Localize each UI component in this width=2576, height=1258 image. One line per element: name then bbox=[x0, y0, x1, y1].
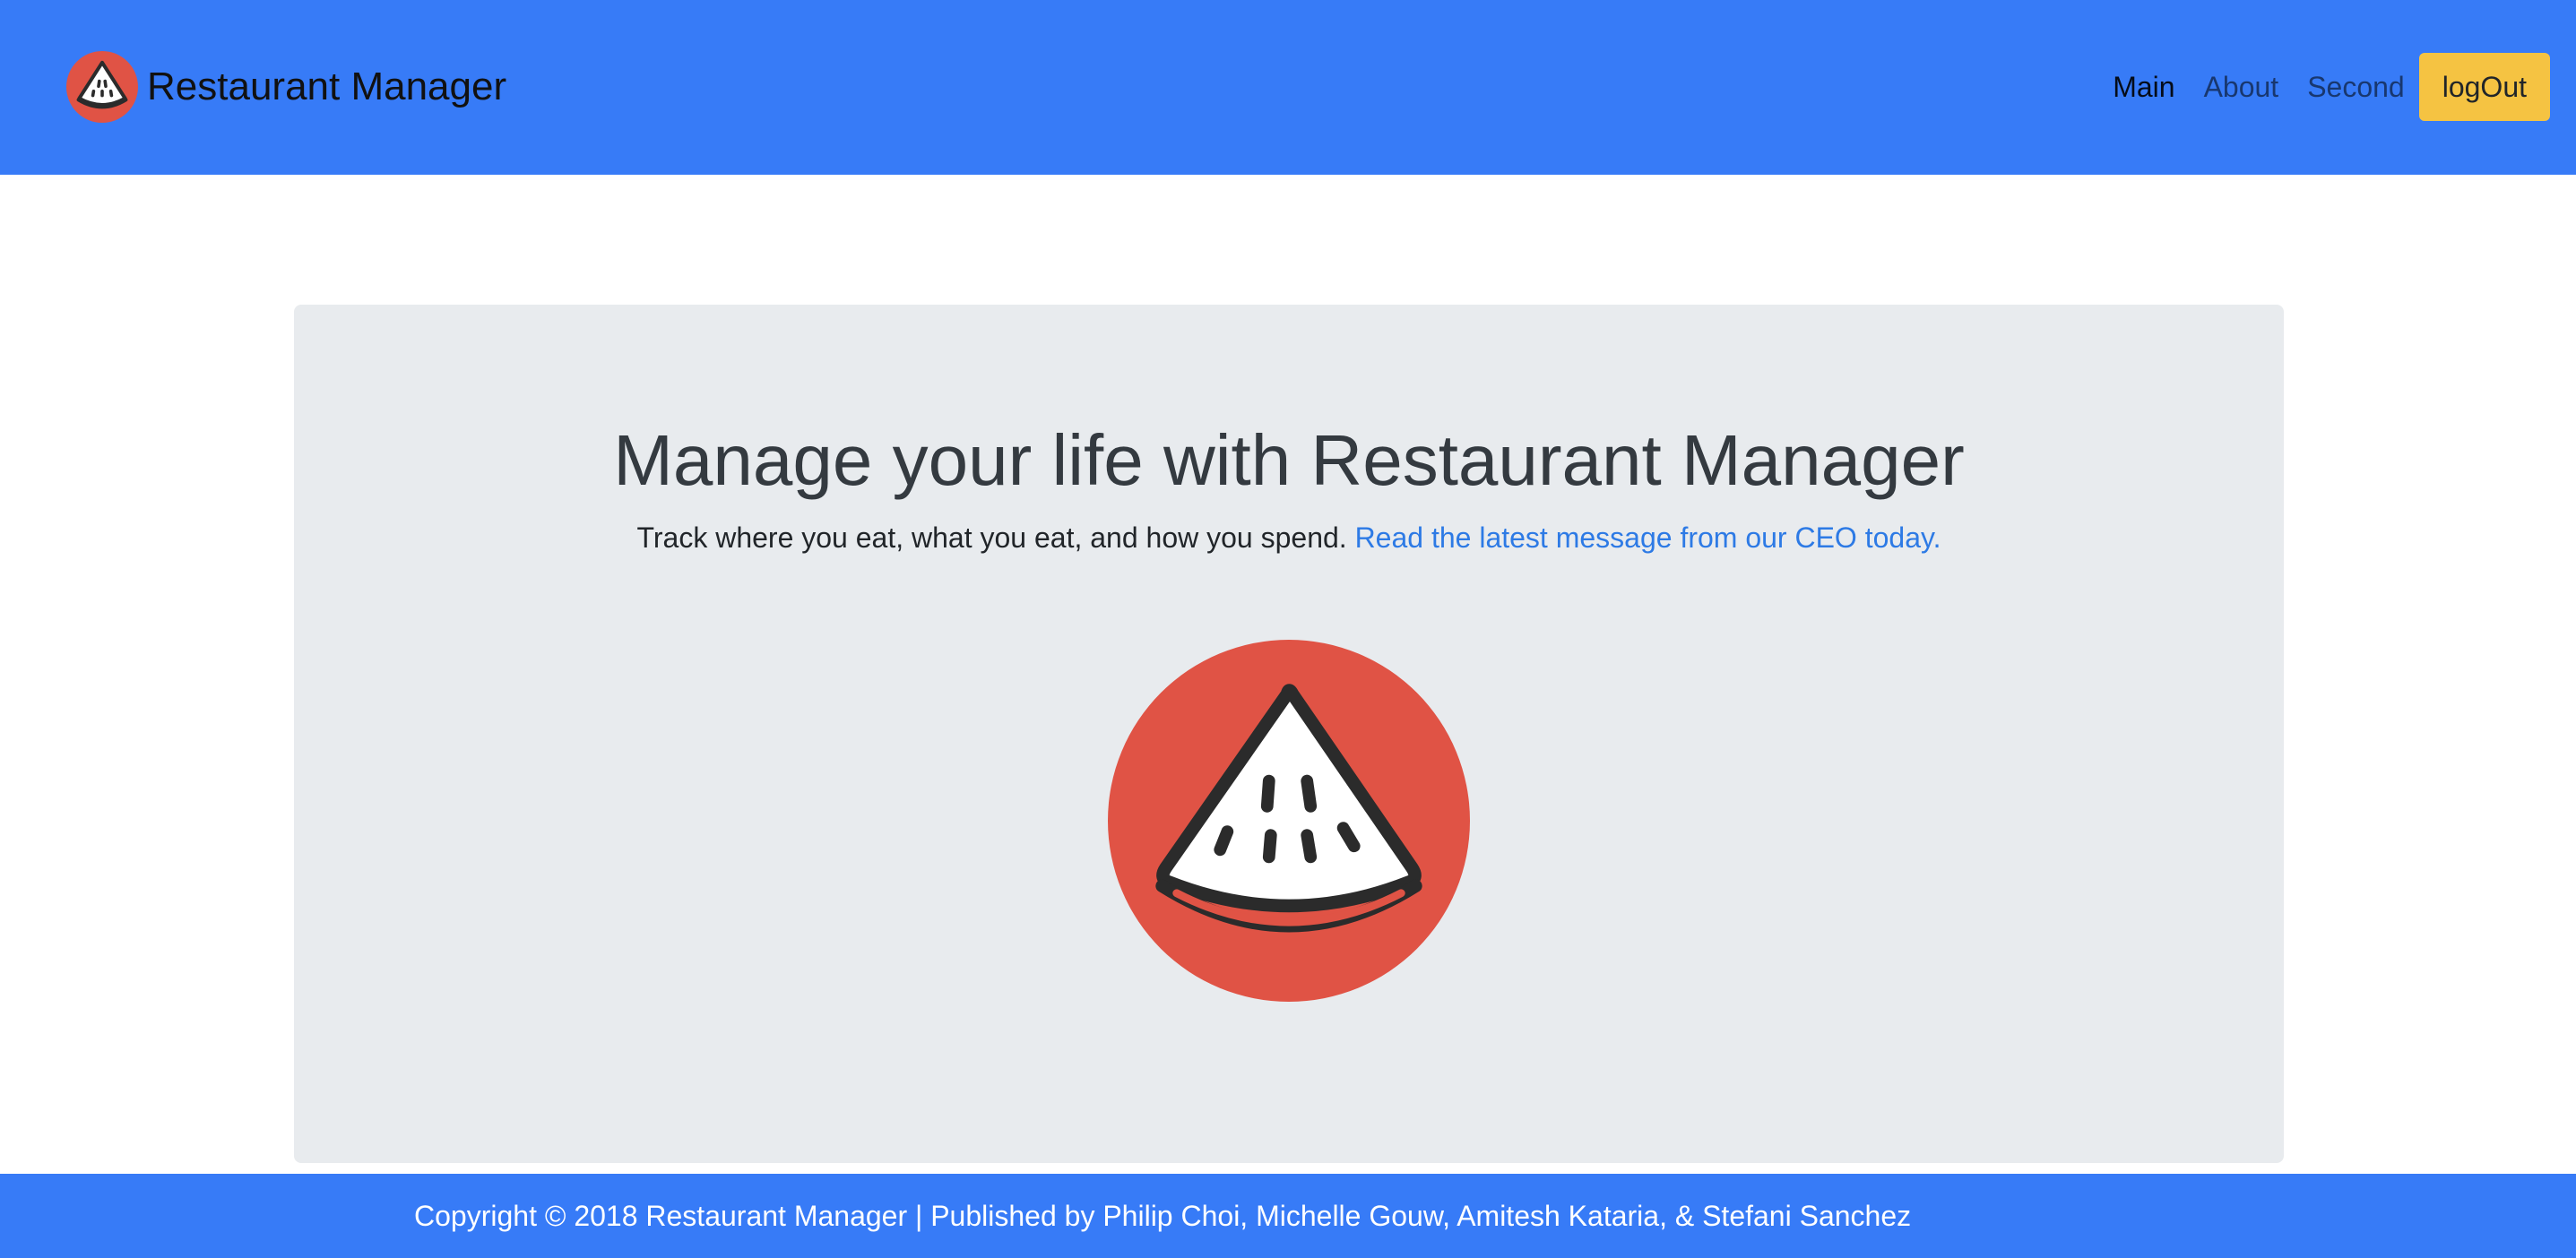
nav-link-main[interactable]: Main bbox=[2098, 71, 2189, 104]
nav-link-second[interactable]: Second bbox=[2293, 71, 2419, 104]
hero-title: Manage your life with Restaurant Manager bbox=[613, 420, 1965, 500]
logout-button[interactable]: logOut bbox=[2418, 53, 2550, 121]
navbar: Restaurant Manager Main About Second log… bbox=[0, 0, 2576, 175]
nav-link-about[interactable]: About bbox=[2190, 71, 2294, 104]
watermelon-icon bbox=[66, 51, 138, 123]
hero-lead-text: Track where you eat, what you eat, and h… bbox=[636, 521, 1355, 554]
footer-copyright: Copyright © 2018 Restaurant Manager | Pu… bbox=[414, 1200, 1912, 1232]
ceo-message-link[interactable]: Read the latest message from our CEO tod… bbox=[1355, 521, 1941, 554]
hero-lead: Track where you eat, what you eat, and h… bbox=[294, 521, 2284, 555]
brand-link[interactable]: Restaurant Manager bbox=[66, 50, 506, 124]
jumbotron: Manage your life with Restaurant Manager… bbox=[294, 305, 2284, 1163]
nav-links: Main About Second logOut bbox=[2098, 53, 2550, 121]
footer: Copyright © 2018 Restaurant Manager | Pu… bbox=[0, 1174, 2576, 1258]
watermelon-icon bbox=[1108, 640, 1470, 1002]
brand-title: Restaurant Manager bbox=[147, 65, 507, 108]
